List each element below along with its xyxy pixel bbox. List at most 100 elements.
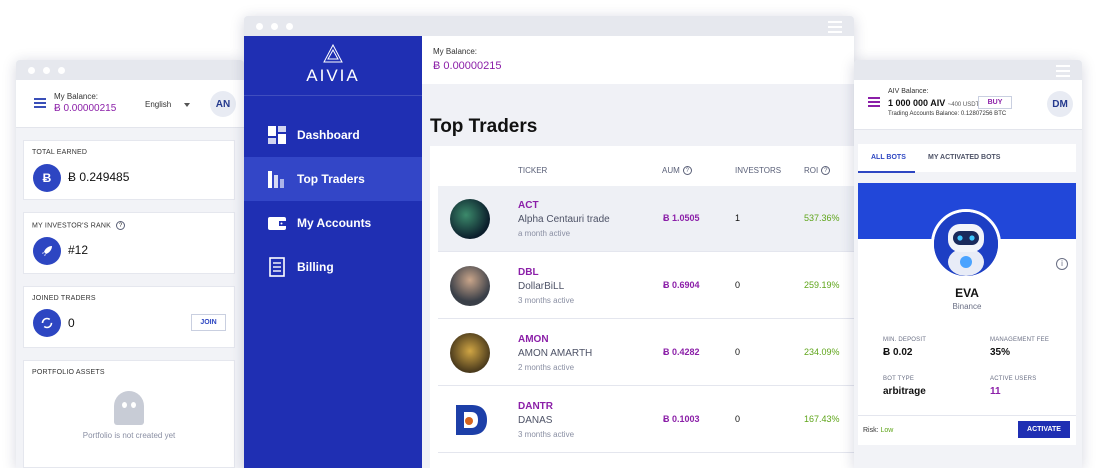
bot-card: i EVA Binance MIN. DEPOSIT Ƀ 0.02 MANAGE…	[858, 183, 1076, 445]
rocket-icon	[33, 237, 61, 265]
trader-aum: Ƀ 0.4282	[663, 347, 700, 357]
trader-roi: 234.09%	[804, 347, 840, 357]
aiv-amount: 1 000 000 AIV	[888, 98, 946, 108]
avatar[interactable]: AN	[210, 91, 236, 117]
rank-label: MY INVESTOR'S RANK	[32, 222, 111, 230]
portfolio-card: PORTFOLIO ASSETS Portfolio is not create…	[23, 360, 235, 468]
trader-aum: Ƀ 1.0505	[663, 213, 700, 223]
window-controls[interactable]	[256, 23, 293, 30]
help-icon[interactable]: ?	[821, 166, 831, 176]
header-bar: My Balance: Ƀ 0.00000215 English AN	[16, 80, 244, 128]
table-row[interactable]: DBL DollarBiLL 3 months active Ƀ 0.6904 …	[438, 253, 854, 319]
trader-investors: 0	[735, 280, 741, 290]
trader-active: 3 months active	[518, 296, 575, 305]
column-header-aum[interactable]: AUM?	[662, 166, 692, 176]
table-row[interactable]: DANTR DANAS 3 months active Ƀ 0.1003 0 1…	[438, 387, 854, 453]
balance-value: Ƀ 0.00000215	[54, 103, 117, 114]
sidebar-item-dashboard[interactable]: Dashboard	[244, 113, 422, 157]
info-icon[interactable]: i	[1056, 258, 1068, 270]
trader-roi: 537.36%	[804, 213, 840, 223]
trader-investors: 0	[735, 347, 741, 357]
logo[interactable]: AIVIA	[244, 36, 422, 96]
card-label: JOINED TRADERS	[32, 295, 96, 302]
rank-value: #12	[68, 243, 89, 257]
risk-label: Risk:	[863, 427, 879, 434]
management-fee-value: 35%	[990, 347, 1011, 358]
sidebar-item-top-traders[interactable]: Top Traders	[244, 157, 422, 201]
help-icon[interactable]: ?	[116, 221, 126, 230]
trader-ticker: ACT	[518, 200, 539, 211]
total-earned-card: TOTAL EARNED Ƀ Ƀ 0.249485	[23, 140, 235, 200]
dashboard-window: My Balance: Ƀ 0.00000215 English AN TOTA…	[16, 60, 244, 468]
tab-my-activated-bots[interactable]: MY ACTIVATED BOTS	[928, 154, 1000, 161]
receipt-icon	[266, 257, 288, 277]
column-header-ticker[interactable]: TICKER	[518, 166, 547, 175]
joined-value: 0	[68, 316, 75, 330]
sidebar: AIVIA Dashboard Top Traders My Accounts …	[244, 36, 422, 468]
trader-roi: 259.19%	[804, 280, 840, 290]
bot-type-label: BOT TYPE	[883, 376, 915, 382]
trader-name: AMON AMARTH	[518, 348, 593, 359]
join-button[interactable]: JOIN	[191, 314, 226, 331]
list-icon[interactable]	[34, 98, 46, 110]
management-fee-label: MANAGEMENT FEE	[990, 337, 1050, 343]
trading-balance: Trading Accounts Balance: 0.12807256 BTC	[888, 111, 1007, 117]
logo-mark-icon	[323, 44, 343, 63]
aiv-balance-value: 1 000 000 AIV ~400 USDT	[888, 98, 979, 108]
dashboard-icon	[266, 125, 288, 145]
help-icon[interactable]: ?	[682, 166, 692, 176]
trader-name: DANAS	[518, 415, 553, 426]
aiv-usd: ~400 USDT	[947, 102, 980, 108]
trader-name: Alpha Centauri trade	[518, 214, 610, 225]
header-bar: AIV Balance: 1 000 000 AIV ~400 USDT BUY…	[854, 80, 1082, 130]
wallet-icon	[266, 213, 288, 233]
balance-label: My Balance:	[54, 92, 99, 101]
trader-avatar	[450, 266, 490, 306]
chevron-down-icon[interactable]	[184, 103, 190, 107]
card-label: MY INVESTOR'S RANK ?	[32, 221, 126, 230]
traders-table: TICKER AUM? INVESTORS ROI? ACT Alpha Cen…	[430, 146, 854, 468]
active-tab-indicator	[858, 171, 915, 173]
aiv-balance-label: AIV Balance:	[888, 88, 929, 95]
trader-ticker: DBL	[518, 267, 539, 278]
sidebar-item-my-accounts[interactable]: My Accounts	[244, 201, 422, 245]
trader-ticker: AMON	[518, 334, 549, 345]
language-select[interactable]: English	[145, 100, 171, 109]
trader-roi: 167.43%	[804, 414, 840, 424]
robot-icon	[931, 209, 1001, 279]
window-controls[interactable]	[28, 67, 65, 74]
balance-value: Ƀ 0.00000215	[433, 60, 502, 72]
trader-investors: 0	[735, 414, 741, 424]
window-titlebar	[16, 60, 244, 80]
trader-active: 2 months active	[518, 363, 575, 372]
investor-rank-card: MY INVESTOR'S RANK ? #12	[23, 212, 235, 274]
buy-button[interactable]: BUY	[978, 96, 1012, 109]
menu-icon[interactable]	[828, 21, 842, 36]
trader-name: DollarBiLL	[518, 281, 565, 292]
tab-all-bots[interactable]: ALL BOTS	[871, 154, 906, 161]
risk-value: Low	[880, 427, 894, 434]
trader-aum: Ƀ 0.6904	[663, 280, 700, 290]
card-label: PORTFOLIO ASSETS	[32, 369, 105, 376]
activate-button[interactable]: ACTIVATE	[1018, 421, 1070, 438]
trader-avatar	[450, 400, 490, 440]
bot-card-footer: Risk: Low ACTIVATE	[858, 415, 1076, 445]
avatar[interactable]: DM	[1047, 91, 1073, 117]
column-header-investors[interactable]: INVESTORS	[735, 166, 781, 175]
sidebar-item-billing[interactable]: Billing	[244, 245, 422, 289]
column-header-roi[interactable]: ROI?	[804, 166, 831, 176]
table-row[interactable]: AMON AMON AMARTH 2 months active Ƀ 0.428…	[438, 320, 854, 386]
table-row[interactable]: ACT Alpha Centauri trade a month active …	[438, 186, 854, 252]
ghost-icon	[114, 391, 144, 425]
trader-avatar	[450, 333, 490, 373]
window-titlebar	[854, 60, 1082, 80]
logo-text: AIVIA	[306, 66, 360, 85]
menu-icon[interactable]	[868, 97, 880, 109]
bot-exchange: Binance	[952, 302, 982, 311]
trader-aum: Ƀ 0.1003	[663, 414, 700, 424]
sidebar-item-label: Top Traders	[297, 172, 365, 186]
menu-icon[interactable]	[1056, 65, 1070, 80]
balance-label: My Balance:	[433, 47, 478, 56]
min-deposit-label: MIN. DEPOSIT	[883, 337, 927, 343]
aum-label: AUM	[662, 166, 680, 175]
